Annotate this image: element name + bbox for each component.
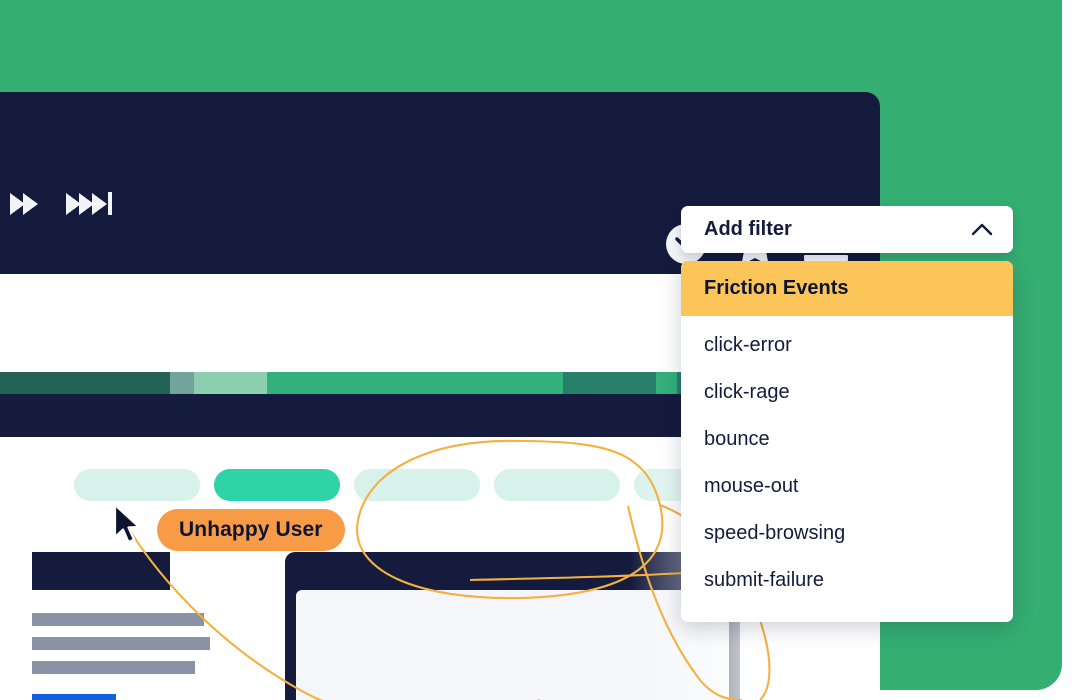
timeline-segment-4[interactable]: [266, 372, 564, 394]
content-text-line: [32, 613, 204, 626]
add-filter-dropdown-menu: Friction Events click-error click-rage bou…: [681, 261, 1013, 622]
timeline-segment-5[interactable]: [563, 372, 656, 394]
unhappy-user-label: Unhappy User: [179, 518, 323, 541]
tab-pill-row: [74, 469, 760, 501]
filter-option-click-rage[interactable]: click-rage: [681, 369, 1013, 416]
filter-group-label: Friction Events: [704, 277, 849, 299]
filter-option-speed-browsing[interactable]: speed-browsing: [681, 510, 1013, 557]
content-cta-button[interactable]: [32, 694, 116, 700]
add-filter-label: Add filter: [704, 218, 792, 240]
filter-group-friction-events[interactable]: Friction Events: [681, 261, 1013, 316]
skip-forward-icon[interactable]: [66, 192, 112, 215]
filter-option-list: click-error click-rage bounce mouse-out spee…: [681, 316, 1013, 604]
filter-option-submit-failure[interactable]: submit-failure: [681, 557, 1013, 604]
content-text-line: [32, 661, 195, 674]
content-card-frame: [285, 552, 740, 700]
tab-pill-1[interactable]: [74, 469, 200, 501]
filter-option-mouse-out[interactable]: mouse-out: [681, 463, 1013, 510]
timeline-segment-1[interactable]: [0, 372, 170, 394]
fast-forward-icon[interactable]: [10, 192, 38, 215]
chevron-up-icon[interactable]: [971, 223, 993, 236]
timeline-segment-6[interactable]: [655, 372, 677, 394]
content-card-inner: [296, 590, 729, 700]
tab-pill-4[interactable]: [494, 469, 620, 501]
playback-transport-controls[interactable]: [10, 192, 112, 215]
filter-option-bounce[interactable]: bounce: [681, 416, 1013, 463]
add-filter-select[interactable]: Add filter: [681, 206, 1013, 253]
screenshot-root: Unhappy User Add filter Friction Events …: [0, 0, 1080, 700]
filter-option-click-error[interactable]: click-error: [681, 316, 1013, 369]
timeline-segment-3[interactable]: [194, 372, 267, 394]
tab-pill-2[interactable]: [214, 469, 340, 501]
tab-pill-3[interactable]: [354, 469, 480, 501]
content-text-line: [32, 637, 210, 650]
unhappy-user-badge[interactable]: Unhappy User: [157, 509, 345, 551]
timeline-segment-2[interactable]: [169, 372, 195, 394]
mouse-cursor-icon: [113, 503, 141, 544]
content-nav-block: [32, 552, 170, 590]
